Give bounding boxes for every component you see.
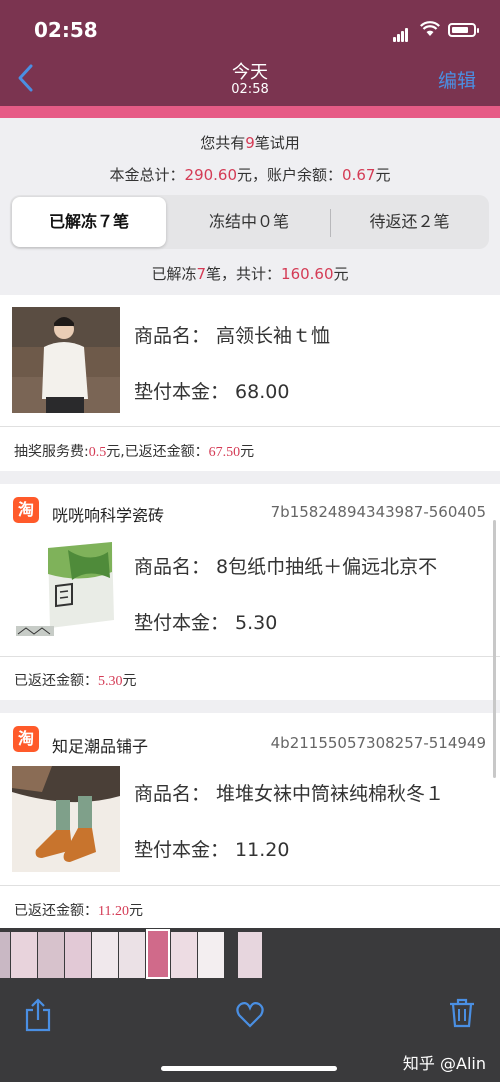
- principal-value: 290.60: [184, 166, 238, 184]
- battery-icon: [448, 23, 479, 37]
- unfrozen-total-text: 已解冻7笔，共计：160.60元: [0, 263, 500, 284]
- balance-label: 元，账户余额：: [237, 166, 343, 184]
- product-image: [12, 307, 120, 413]
- unfrozen-count: 7: [196, 265, 207, 283]
- trial-count-post: 笔试用: [254, 134, 300, 152]
- share-icon[interactable]: [24, 998, 52, 1032]
- service-fee-label: 抽奖服务费:: [14, 444, 89, 460]
- filmstrip-thumbnail[interactable]: [38, 932, 64, 978]
- tab-frozen[interactable]: 冻结中０笔: [170, 197, 328, 247]
- product-image: [12, 766, 120, 872]
- segment-divider: [330, 209, 331, 237]
- returned-unit: 元: [122, 673, 137, 689]
- principal-label: 本金总计：: [109, 166, 185, 184]
- heart-icon[interactable]: [236, 1002, 264, 1028]
- unfrozen-unit: 元: [333, 265, 349, 283]
- returned-unit: 元: [128, 903, 143, 919]
- status-time: 02:58: [34, 18, 98, 42]
- filmstrip-thumbnail[interactable]: [238, 932, 262, 978]
- filmstrip-thumbnail[interactable]: [65, 932, 91, 978]
- order-id: 7b15824894343987-560405: [270, 503, 486, 521]
- trash-icon[interactable]: [449, 998, 475, 1028]
- card-footer: 抽奖服务费:0.5元,已返还金额：67.50元: [14, 441, 254, 461]
- summary-panel: 您共有9笔试用 本金总计：290.60元，账户余额：0.67元 已解冻７笔 冻结…: [0, 118, 500, 295]
- photo-filmstrip[interactable]: [0, 928, 500, 980]
- page-subtitle: 02:58: [231, 82, 269, 97]
- unfrozen-pre: 已解冻: [151, 265, 197, 283]
- order-card[interactable]: 淘 咣咣响科学瓷砖 7b15824894343987-560405 商品名： 8…: [0, 484, 500, 700]
- order-card[interactable]: 淘 知足潮品铺子 4b21155057308257-514949 商品名： 堆堆…: [0, 713, 500, 928]
- card-footer: 已返还金额：5.30元: [14, 670, 137, 690]
- product-name: 商品名： 堆堆女袜中筒袜纯棉秋冬１: [134, 783, 445, 805]
- unfrozen-mid: 笔，共计：: [206, 265, 282, 283]
- returned-amount: 67.50: [208, 445, 241, 460]
- accent-bar: [0, 106, 500, 118]
- balance-value: 0.67: [342, 166, 376, 184]
- returned-unit: 元: [240, 444, 255, 460]
- filmstrip-thumbnail-selected[interactable]: [146, 929, 170, 979]
- edit-button[interactable]: 编辑: [438, 66, 476, 93]
- product-name: 商品名： 高领长袖ｔ恤: [134, 325, 331, 347]
- divider: [0, 656, 500, 657]
- principal-balance-text: 本金总计：290.60元，账户余额：0.67元: [0, 164, 500, 185]
- balance-unit: 元: [375, 166, 391, 184]
- returned-amount: 11.20: [98, 904, 129, 919]
- shop-name: 咣咣响科学瓷砖: [52, 506, 165, 525]
- returned-label: 已返还金额：: [14, 673, 98, 689]
- filmstrip-thumbnail[interactable]: [92, 932, 118, 978]
- advance-principal: 垫付本金： 68.00: [134, 381, 290, 403]
- divider: [0, 885, 500, 886]
- status-segmented-control: 已解冻７笔 冻结中０笔 待返还２笔: [10, 195, 489, 249]
- product-name: 商品名： 8包纸巾抽纸＋偏远北京不: [134, 556, 438, 578]
- unfrozen-total: 160.60: [281, 265, 334, 283]
- returned-label: 元,已返还金额：: [106, 444, 209, 460]
- order-id: 4b21155057308257-514949: [270, 734, 486, 752]
- tab-unfrozen[interactable]: 已解冻７笔: [12, 197, 166, 247]
- card-footer: 已返还金额：11.20元: [14, 900, 143, 920]
- watermark: 知乎 @Alin: [402, 1054, 486, 1073]
- product-image: [12, 538, 120, 644]
- trial-count-text: 您共有9笔试用: [0, 132, 500, 153]
- shop-name: 知足潮品铺子: [52, 737, 149, 756]
- navigation-header: 02:58 今天 02:58 编辑: [0, 0, 500, 106]
- taobao-icon: 淘: [13, 726, 39, 752]
- cellular-signal-icon: [393, 23, 409, 42]
- tab-pending-return[interactable]: 待返还２笔: [332, 197, 487, 247]
- taobao-icon: 淘: [13, 497, 39, 523]
- filmstrip-thumbnail[interactable]: [198, 932, 224, 978]
- divider: [0, 426, 500, 427]
- order-card[interactable]: 商品名： 高领长袖ｔ恤 垫付本金： 68.00 抽奖服务费:0.5元,已返还金额…: [0, 295, 500, 471]
- filmstrip-thumbnail[interactable]: [0, 932, 10, 978]
- filmstrip-thumbnail[interactable]: [171, 932, 197, 978]
- advance-principal: 垫付本金： 11.20: [134, 839, 290, 861]
- wifi-icon: [420, 21, 440, 36]
- trial-count-value: 9: [245, 134, 255, 152]
- filmstrip-thumbnail[interactable]: [11, 932, 37, 978]
- page-title: 今天: [232, 62, 268, 83]
- returned-label: 已返还金额：: [14, 903, 98, 919]
- service-fee-value: 0.5: [88, 445, 107, 460]
- returned-amount: 5.30: [98, 674, 123, 689]
- trial-count-pre: 您共有: [200, 134, 246, 152]
- home-indicator[interactable]: [161, 1066, 337, 1071]
- scrollbar[interactable]: [493, 520, 496, 778]
- advance-principal: 垫付本金： 5.30: [134, 612, 278, 634]
- filmstrip-thumbnail[interactable]: [119, 932, 145, 978]
